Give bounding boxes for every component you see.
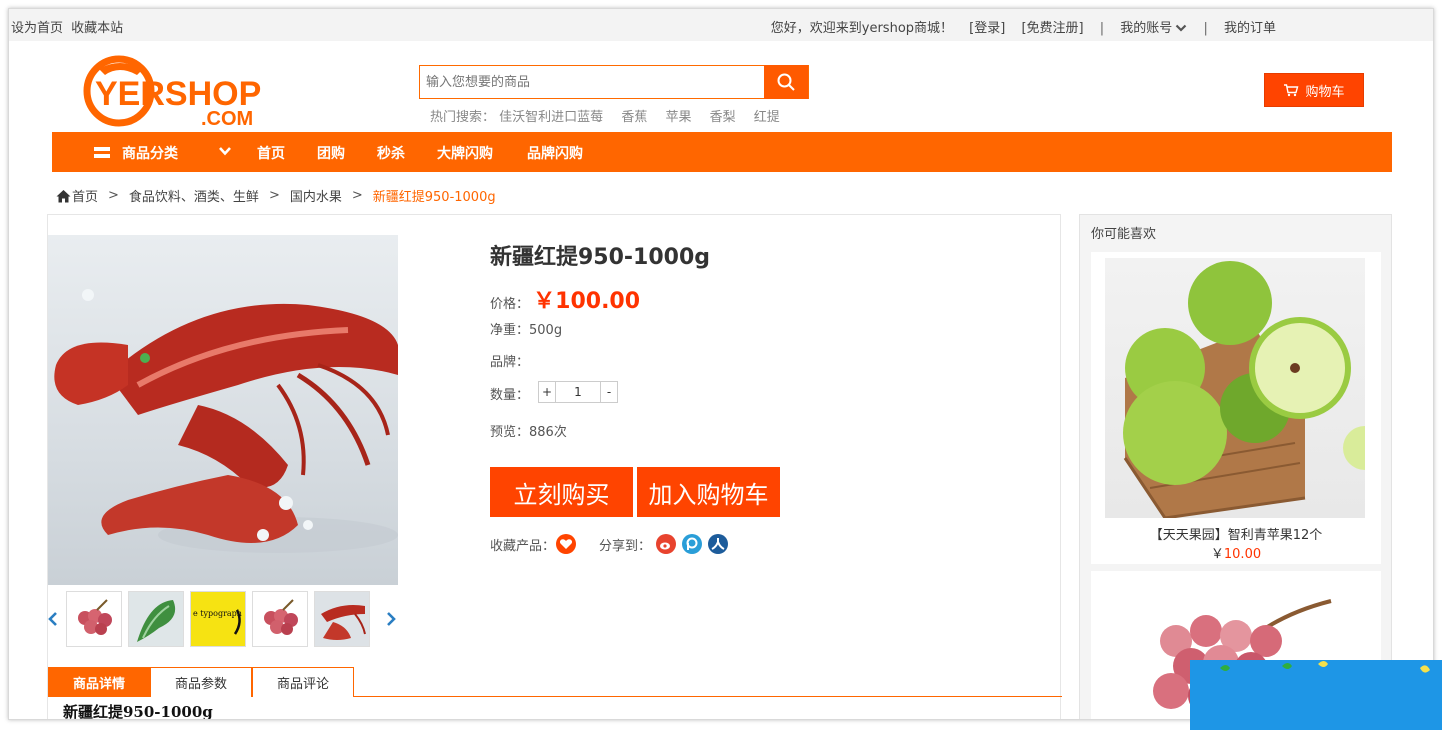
- product-main-image[interactable]: [48, 235, 398, 585]
- browser-viewport: 设为首页 收藏本站 您好，欢迎来到yershop商城！ [登录] [免费注册] …: [8, 8, 1434, 720]
- breadcrumb-level2[interactable]: 国内水果: [290, 186, 342, 205]
- tab-details[interactable]: 商品详情: [48, 667, 150, 697]
- qty-decrease-button[interactable]: -: [601, 382, 617, 402]
- account-label: 我的账号: [1120, 21, 1173, 36]
- renren-icon[interactable]: [707, 533, 729, 555]
- logo-sub-text: .COM: [201, 108, 253, 129]
- currency-symbol: ￥: [1210, 547, 1224, 562]
- menu-icon: [94, 147, 110, 158]
- views-text: 预览：886次: [490, 425, 567, 440]
- thumbnail[interactable]: [252, 591, 308, 647]
- search-input[interactable]: [420, 66, 764, 98]
- thumbnail[interactable]: [66, 591, 122, 647]
- hot-term[interactable]: 香梨: [710, 110, 736, 125]
- welcome-text: 您好，欢迎来到yershop商城！: [770, 21, 954, 36]
- breadcrumb-home[interactable]: 首页: [72, 186, 98, 205]
- buy-now-button[interactable]: 立刻购买: [490, 467, 633, 517]
- hot-term[interactable]: 香蕉: [621, 110, 647, 125]
- detail-tabs: 商品详情 商品参数 商品评论: [48, 667, 1062, 697]
- breadcrumb-separator: >: [108, 188, 119, 203]
- login-link[interactable]: [登录]: [969, 21, 1005, 36]
- recommend-sidebar: 你可能喜欢 【天天果园】智利青苹果12个 ￥10.00: [1079, 214, 1392, 719]
- tab-params[interactable]: 商品参数: [150, 667, 252, 697]
- chevron-left-icon[interactable]: [48, 611, 58, 627]
- search-button[interactable]: [764, 65, 808, 99]
- qty-input[interactable]: 1: [555, 382, 601, 402]
- nav-item-brand-flash[interactable]: 品牌闪购: [527, 143, 583, 163]
- description-title: 新疆红提950-1000g: [63, 703, 213, 720]
- bookmark-link[interactable]: 收藏本站: [71, 21, 123, 36]
- tab-reviews[interactable]: 商品评论: [252, 667, 354, 697]
- nav-item-home[interactable]: 首页: [257, 143, 285, 163]
- search-box: [419, 65, 809, 99]
- favorite-label: 收藏产品：: [490, 538, 556, 554]
- price-label: 价格：: [490, 297, 530, 312]
- recommend-card[interactable]: 【天天果园】智利青苹果12个 ￥10.00: [1091, 252, 1381, 564]
- top-utility-bar: 设为首页 收藏本站 您好，欢迎来到yershop商城！ [登录] [免费注册] …: [9, 9, 1433, 41]
- thumbnail-text: e typograph: [193, 609, 242, 618]
- hot-term[interactable]: 红提: [754, 110, 780, 125]
- breadcrumb-current: 新疆红提950-1000g: [372, 190, 496, 205]
- divider: |: [1099, 21, 1105, 36]
- breadcrumb-separator: >: [268, 188, 280, 203]
- weibo-icon[interactable]: [655, 533, 677, 555]
- nav-item-flash-sale[interactable]: 秒杀: [377, 143, 405, 163]
- floating-banner[interactable]: [1190, 660, 1442, 730]
- heart-icon[interactable]: [555, 533, 577, 555]
- thumbnail-strip: e typograph: [48, 591, 398, 649]
- account-menu[interactable]: 我的账号: [1120, 21, 1187, 36]
- recommend-price-row: ￥10.00: [1091, 543, 1381, 562]
- recommend-price: 10.00: [1223, 547, 1262, 562]
- sidebar-title: 你可能喜欢: [1091, 227, 1157, 242]
- breadcrumb: 首页 > 食品饮料、酒类、生鲜 > 国内水果 > 新疆红提950-1000g: [56, 186, 496, 205]
- search-icon: [777, 73, 795, 91]
- home-icon: [56, 189, 71, 202]
- hot-term[interactable]: 苹果: [665, 110, 691, 125]
- qty-increase-button[interactable]: +: [539, 382, 555, 402]
- hot-term[interactable]: 佳沃智利进口蓝莓: [499, 110, 603, 125]
- chevron-right-icon[interactable]: [386, 611, 396, 627]
- recommend-image[interactable]: [1105, 258, 1365, 518]
- hot-search-label: 热门搜索：: [430, 110, 496, 125]
- share-label: 分享到：: [599, 538, 652, 554]
- nav-item-group-buy[interactable]: 团购: [317, 143, 345, 163]
- brand-text: 品牌：: [490, 355, 530, 370]
- main-nav: 商品分类 首页 团购 秒杀 大牌闪购 品牌闪购: [52, 132, 1392, 172]
- weight-text: 净重：500g: [490, 323, 563, 338]
- category-menu[interactable]: 商品分类: [94, 143, 178, 163]
- product-name: 新疆红提950-1000g: [490, 245, 711, 270]
- thumbnail[interactable]: [314, 591, 370, 647]
- cart-label: 购物车: [1305, 84, 1345, 100]
- set-home-link[interactable]: 设为首页: [11, 21, 63, 36]
- thumbnail[interactable]: e typograph: [190, 591, 246, 647]
- add-to-cart-button[interactable]: 加入购物车: [637, 467, 780, 517]
- category-label: 商品分类: [122, 146, 178, 162]
- cart-button[interactable]: 购物车: [1264, 73, 1364, 107]
- nav-item-big-brand[interactable]: 大牌闪购: [437, 143, 493, 163]
- recommend-name[interactable]: 【天天果园】智利青苹果12个: [1091, 524, 1381, 543]
- hot-search: 热门搜索： 佳沃智利进口蓝莓 香蕉 苹果 香梨 红提: [430, 106, 794, 125]
- product-price: ￥100.00: [533, 289, 641, 314]
- breadcrumb-level1[interactable]: 食品饮料、酒类、生鲜: [129, 186, 259, 205]
- orders-link[interactable]: 我的订单: [1224, 21, 1276, 36]
- chevron-down-icon[interactable]: [218, 144, 232, 158]
- price-row: 价格： ￥100.00: [490, 283, 640, 315]
- quantity-label: 数量：: [490, 388, 530, 403]
- thumbnail[interactable]: [128, 591, 184, 647]
- divider: |: [1203, 21, 1208, 36]
- chevron-down-icon: [1176, 24, 1187, 32]
- quantity-stepper: + 1 -: [538, 381, 618, 403]
- cart-icon: [1284, 84, 1299, 97]
- favorite-share-row: 收藏产品： 分享到：: [490, 533, 729, 555]
- breadcrumb-separator: >: [351, 188, 363, 203]
- site-logo[interactable]: YERSHOP .COM: [81, 53, 276, 130]
- product-panel: e typograph 新疆红提950-1000g 价格： ￥100.00 净重…: [47, 214, 1062, 720]
- register-link[interactable]: [免费注册]: [1021, 21, 1083, 36]
- pengyou-icon[interactable]: [681, 533, 703, 555]
